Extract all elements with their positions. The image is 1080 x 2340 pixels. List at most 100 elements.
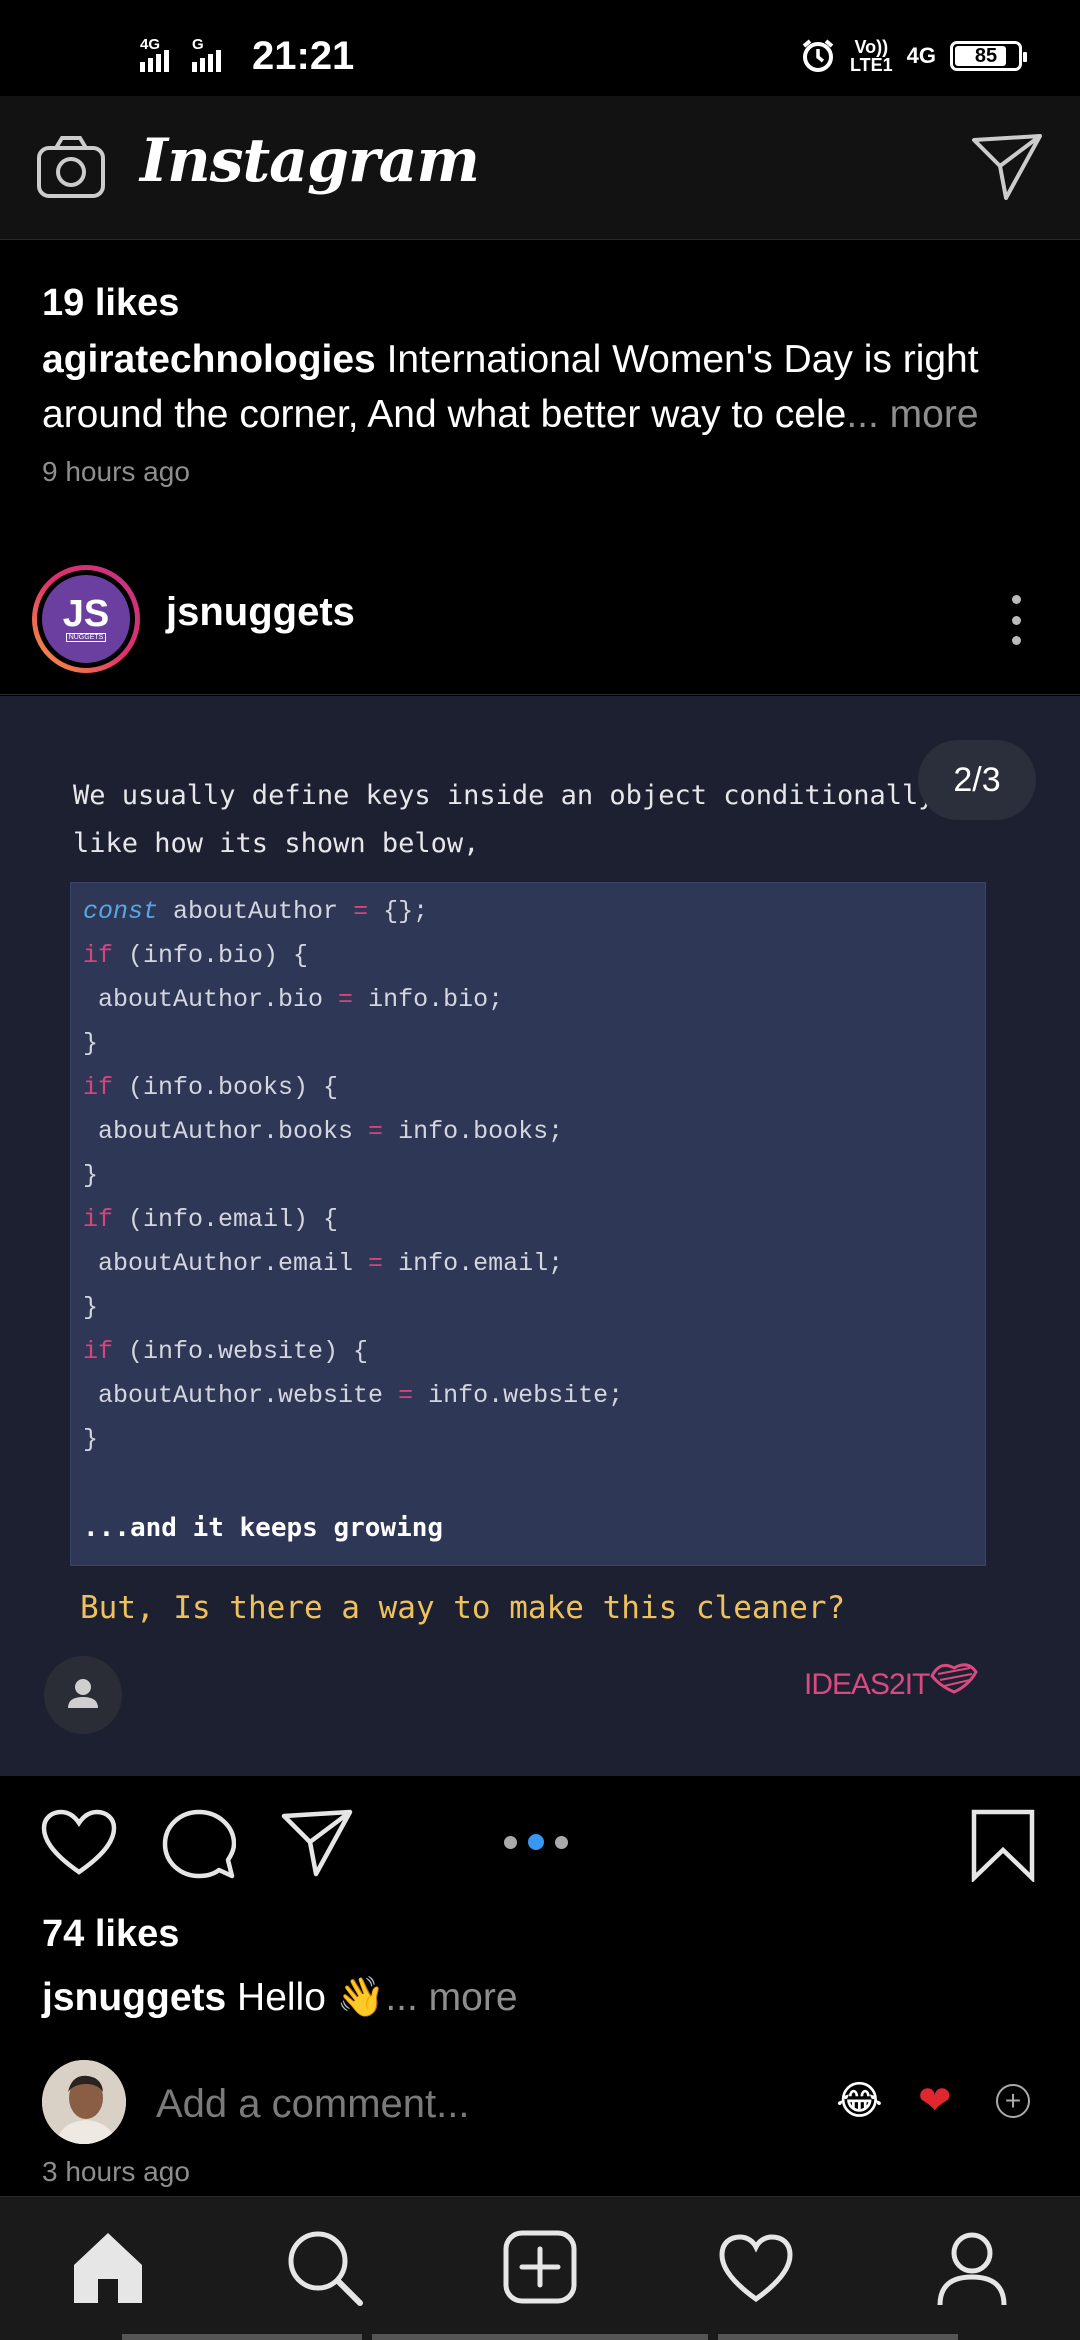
avatar-logo-text: JS [62, 592, 110, 635]
profile-icon[interactable] [932, 2227, 1012, 2307]
post-timestamp: 9 hours ago [42, 456, 190, 487]
gesture-bar [372, 2334, 708, 2340]
person-icon [68, 1679, 98, 1708]
status-left: 4G G 21:21 [140, 34, 354, 79]
direct-send-icon[interactable] [970, 132, 1044, 202]
post-caption: jsnuggets Hello 👋... more [42, 1970, 1052, 2025]
status-right: Vo)) LTE1 4G 85 [800, 37, 1027, 75]
code-block: ...and it keeps growing const aboutAutho… [70, 882, 986, 1566]
code-token: {}; [368, 897, 429, 926]
add-comment-row: Add a comment... 😂 ❤ + [0, 2050, 1080, 2150]
add-emoji-icon[interactable]: + [996, 2084, 1030, 2118]
code-token: = [353, 897, 369, 926]
more-link[interactable]: ... more [385, 1976, 517, 2019]
post-image[interactable]: We usually define keys inside an object … [0, 696, 1080, 1776]
lte-label: LTE1 [849, 55, 893, 75]
avatar-logo-subtext: NUGGETS [65, 632, 107, 642]
status-bar: 4G G 21:21 Vo)) LTE1 4G 85 [0, 0, 1080, 96]
home-icon[interactable] [68, 2227, 148, 2307]
slide-counter: 2/3 [918, 740, 1036, 820]
code-token: (info.bio) { [113, 941, 309, 970]
network-type-label: G [192, 35, 204, 53]
code-line: aboutAuthor.books = info.books; [83, 1117, 563, 1146]
code-token: (info.website) { [113, 1337, 369, 1366]
brand-watermark: IDEAS2IT [804, 1668, 930, 1701]
code-token: } [83, 1161, 99, 1190]
code-token: } [83, 1293, 99, 1322]
code-token: aboutAuthor.email [83, 1249, 369, 1278]
carousel-indicator [504, 1834, 568, 1850]
code-token: (info.books) { [113, 1073, 339, 1102]
previous-post-footer: 19 likes agiratechnologies International… [0, 240, 1080, 540]
code-line: } [83, 1293, 98, 1322]
like-heart-icon[interactable] [40, 1808, 118, 1878]
code-token: if [83, 1337, 114, 1366]
like-count[interactable]: 19 likes [42, 282, 179, 325]
code-token: info.website; [413, 1381, 624, 1410]
comment-input[interactable]: Add a comment... [156, 2082, 469, 2127]
save-bookmark-icon[interactable] [970, 1808, 1036, 1882]
user-photo [42, 2060, 126, 2144]
code-footer: ...and it keeps growing [83, 1513, 444, 1543]
new-post-icon[interactable] [500, 2227, 580, 2307]
code-token: (info.email) { [113, 1205, 339, 1234]
code-line: aboutAuthor.bio = info.bio; [83, 985, 503, 1014]
code-token: = [338, 985, 354, 1014]
brand-logo-icon [930, 1663, 978, 1694]
share-icon[interactable] [280, 1808, 354, 1878]
caption-username[interactable]: jsnuggets [42, 1976, 226, 2019]
post-username[interactable]: jsnuggets [166, 590, 355, 635]
code-token: = [368, 1117, 384, 1146]
clock: 21:21 [252, 34, 355, 78]
app-logo: Instagram [140, 126, 480, 196]
code-line: if (info.website) { [83, 1337, 368, 1366]
slide-intro: We usually define keys inside an object … [73, 772, 935, 868]
post-timestamp: 3 hours ago [42, 2156, 190, 2187]
battery-level: 85 [974, 44, 998, 67]
camera-icon[interactable] [36, 134, 106, 200]
code-token: if [83, 941, 114, 970]
slide-question: But, Is there a way to make this cleaner… [80, 1590, 846, 1626]
signal-strength-icon: 4G [140, 36, 184, 72]
code-line: aboutAuthor.website = info.website; [83, 1381, 623, 1410]
code-token: aboutAuthor.bio [83, 985, 339, 1014]
code-line: } [83, 1425, 98, 1454]
story-avatar[interactable]: JS NUGGETS [32, 565, 140, 673]
signal-strength-icon: G [192, 36, 236, 72]
caption-text: Hello 👋 [237, 1976, 386, 2019]
code-token: aboutAuthor.website [83, 1381, 399, 1410]
tagged-users-icon[interactable] [44, 1656, 122, 1734]
code-token: if [83, 1205, 114, 1234]
code-token: info.email; [383, 1249, 564, 1278]
intro-line: We usually define keys inside an object … [73, 780, 935, 811]
code-line: if (info.email) { [83, 1205, 338, 1234]
activity-heart-icon[interactable] [716, 2227, 796, 2307]
code-token: = [398, 1381, 414, 1410]
like-count[interactable]: 74 likes [42, 1913, 179, 1956]
code-line: if (info.bio) { [83, 941, 308, 970]
code-token: } [83, 1425, 99, 1454]
more-link[interactable]: ... more [846, 393, 978, 436]
code-line: } [83, 1161, 98, 1190]
more-options-icon[interactable] [1010, 595, 1022, 645]
caption-username[interactable]: agiratechnologies [42, 338, 376, 381]
quick-emoji-laugh[interactable]: 😂 [836, 2078, 883, 2124]
post-caption: agiratechnologies International Women's … [42, 332, 1052, 442]
carousel-dot-active [528, 1834, 544, 1850]
search-icon[interactable] [284, 2227, 364, 2307]
intro-line: like how its shown below, [73, 828, 480, 859]
comment-icon[interactable] [162, 1808, 236, 1882]
alarm-icon [802, 39, 834, 72]
bottom-navigation [0, 2196, 1080, 2340]
code-line: } [83, 1029, 98, 1058]
avatar: JS NUGGETS [42, 575, 130, 663]
network-type-label: 4G [140, 35, 161, 53]
code-token: if [83, 1073, 114, 1102]
code-token: info.books; [383, 1117, 564, 1146]
carousel-dot [504, 1835, 517, 1849]
volte-label: Vo)) [854, 37, 889, 57]
quick-emoji-heart[interactable]: ❤ [918, 2078, 952, 2124]
post-header: JS NUGGETS jsnuggets [0, 540, 1080, 695]
code-token: aboutAuthor [158, 897, 354, 926]
app-header: Instagram [0, 96, 1080, 240]
